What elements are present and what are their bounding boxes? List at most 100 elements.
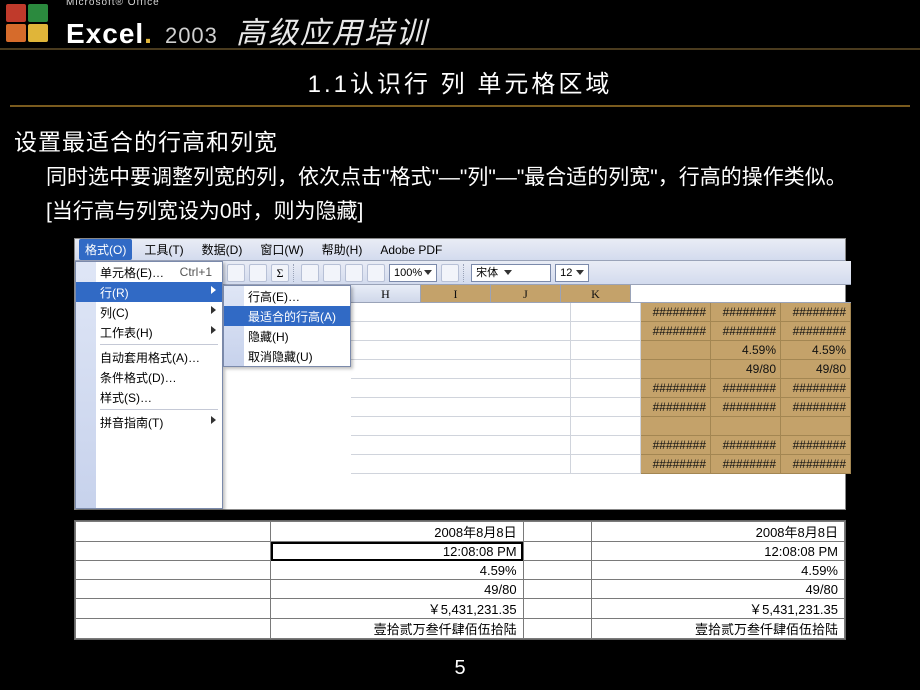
- wide-cell-lead[interactable]: [76, 580, 271, 599]
- cell[interactable]: [571, 436, 641, 455]
- submenu-row-height[interactable]: 行高(E)…: [224, 286, 350, 306]
- toolbar-icon[interactable]: [249, 264, 267, 282]
- cell[interactable]: ########: [641, 322, 711, 341]
- submenu-hide[interactable]: 隐藏(H): [224, 326, 350, 346]
- cell[interactable]: ########: [711, 322, 781, 341]
- wide-cell-lead[interactable]: [76, 522, 271, 542]
- cell[interactable]: ########: [711, 455, 781, 474]
- menu-item-sheet[interactable]: 工作表(H): [76, 322, 222, 342]
- menubar-item[interactable]: 帮助(H): [316, 239, 369, 260]
- excel-word: Excel.: [66, 18, 153, 50]
- font-size-select[interactable]: 12: [555, 264, 589, 282]
- menu-item-autoformat[interactable]: 自动套用格式(A)…: [76, 347, 222, 367]
- cell[interactable]: [571, 322, 641, 341]
- cell[interactable]: ########: [781, 455, 851, 474]
- sum-icon[interactable]: Σ: [271, 264, 289, 282]
- cell[interactable]: [351, 436, 571, 455]
- wide-cell[interactable]: 4.59%: [592, 561, 845, 580]
- menubar-item[interactable]: 格式(O): [79, 239, 132, 260]
- submenu-unhide[interactable]: 取消隐藏(U): [224, 346, 350, 366]
- chevron-down-icon: [424, 270, 432, 275]
- menubar-item[interactable]: 数据(D): [196, 239, 249, 260]
- cell[interactable]: ########: [781, 436, 851, 455]
- cell[interactable]: [351, 322, 571, 341]
- wide-cell[interactable]: 壹拾贰万叁仟肆佰伍拾陆: [592, 619, 845, 639]
- cell[interactable]: ########: [781, 322, 851, 341]
- wide-cell[interactable]: 4.59%: [271, 561, 524, 580]
- toolbar-icon[interactable]: [227, 264, 245, 282]
- cell[interactable]: [571, 455, 641, 474]
- cell[interactable]: [641, 360, 711, 379]
- zoom-box[interactable]: 100%: [389, 264, 437, 282]
- cell[interactable]: ########: [711, 303, 781, 322]
- cell[interactable]: [351, 379, 571, 398]
- col-header-h[interactable]: H: [351, 285, 421, 302]
- wide-cell-lead[interactable]: [76, 619, 271, 639]
- cell[interactable]: ########: [711, 436, 781, 455]
- wide-cell[interactable]: ￥5,431,231.35: [271, 599, 524, 619]
- wide-cell-lead[interactable]: [76, 561, 271, 580]
- drawing-icon[interactable]: [367, 264, 385, 282]
- cell[interactable]: [571, 379, 641, 398]
- cell[interactable]: ########: [641, 398, 711, 417]
- wide-cell[interactable]: 12:08:08 PM: [592, 542, 845, 561]
- menubar-item[interactable]: 窗口(W): [254, 239, 309, 260]
- menubar-item[interactable]: Adobe PDF: [374, 241, 448, 259]
- cell[interactable]: ########: [711, 379, 781, 398]
- sort-desc-icon[interactable]: [323, 264, 341, 282]
- cell[interactable]: ########: [641, 303, 711, 322]
- cell[interactable]: ########: [781, 379, 851, 398]
- office-logo: [6, 4, 50, 44]
- cell[interactable]: [351, 417, 571, 436]
- cell[interactable]: 49/80: [781, 360, 851, 379]
- cell[interactable]: [641, 341, 711, 360]
- cell[interactable]: ########: [781, 303, 851, 322]
- wide-cell[interactable]: 2008年8月8日: [271, 522, 524, 542]
- cell[interactable]: [351, 360, 571, 379]
- wide-cell[interactable]: 12:08:08 PM: [271, 542, 524, 561]
- menu-item-phonetic[interactable]: 拼音指南(T): [76, 412, 222, 432]
- cell[interactable]: 49/80: [711, 360, 781, 379]
- cell[interactable]: [571, 398, 641, 417]
- cell[interactable]: ########: [641, 455, 711, 474]
- cell[interactable]: ########: [641, 436, 711, 455]
- cell[interactable]: [351, 398, 571, 417]
- wide-cell-lead[interactable]: [76, 542, 271, 561]
- cell[interactable]: [571, 417, 641, 436]
- cell[interactable]: [571, 360, 641, 379]
- worksheet-grid[interactable]: ########################################…: [351, 303, 851, 509]
- cell[interactable]: ########: [781, 398, 851, 417]
- menu-item-cells[interactable]: 单元格(E)… Ctrl+1: [76, 262, 222, 282]
- cell[interactable]: [571, 341, 641, 360]
- menu-item-conditional[interactable]: 条件格式(D)…: [76, 367, 222, 387]
- menubar-item[interactable]: 工具(T): [138, 239, 189, 260]
- wide-cell[interactable]: 49/80: [592, 580, 845, 599]
- cell[interactable]: [711, 417, 781, 436]
- col-header-k[interactable]: K: [561, 285, 631, 302]
- font-select[interactable]: 宋体: [471, 264, 551, 282]
- submenu-autofit-row[interactable]: 最适合的行高(A): [224, 306, 350, 326]
- wide-cell-lead[interactable]: [76, 599, 271, 619]
- menu-item-column[interactable]: 列(C): [76, 302, 222, 322]
- cell[interactable]: 4.59%: [711, 341, 781, 360]
- menu-item-row[interactable]: 行(R): [76, 282, 222, 302]
- cell[interactable]: [641, 417, 711, 436]
- chart-icon[interactable]: [345, 264, 363, 282]
- wide-cell[interactable]: 壹拾贰万叁仟肆佰伍拾陆: [271, 619, 524, 639]
- cell[interactable]: [351, 303, 571, 322]
- cell[interactable]: [351, 455, 571, 474]
- cell[interactable]: 4.59%: [781, 341, 851, 360]
- cell[interactable]: ########: [711, 398, 781, 417]
- sort-asc-icon[interactable]: [301, 264, 319, 282]
- cell[interactable]: [351, 341, 571, 360]
- menu-item-style[interactable]: 样式(S)…: [76, 387, 222, 407]
- cell[interactable]: [571, 303, 641, 322]
- cell[interactable]: [781, 417, 851, 436]
- help-icon[interactable]: [441, 264, 459, 282]
- cell[interactable]: ########: [641, 379, 711, 398]
- col-header-j[interactable]: J: [491, 285, 561, 302]
- wide-cell[interactable]: 2008年8月8日: [592, 522, 845, 542]
- wide-cell[interactable]: ￥5,431,231.35: [592, 599, 845, 619]
- wide-cell[interactable]: 49/80: [271, 580, 524, 599]
- col-header-i[interactable]: I: [421, 285, 491, 302]
